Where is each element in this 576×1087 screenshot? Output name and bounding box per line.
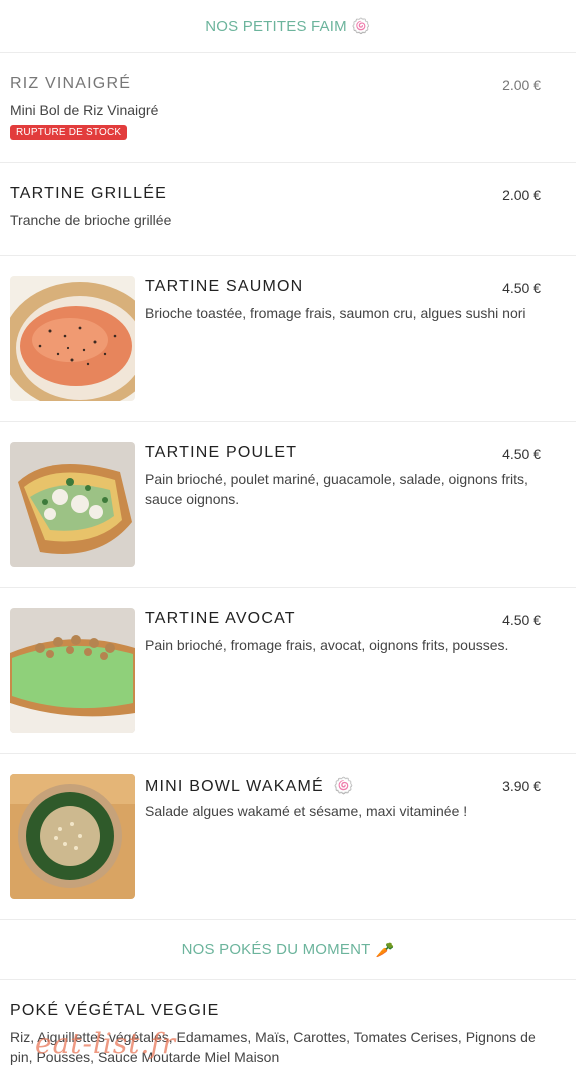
item-description: Brioche toastée, fromage frais, saumon c… xyxy=(145,305,526,321)
section-header-pokes: NOS POKÉS DU MOMENT 🥕 xyxy=(0,920,576,980)
item-description-line: sauce oignons. xyxy=(145,491,240,507)
fishcake-icon: 🍥 xyxy=(351,18,371,35)
item-title: TARTINE SAUMON xyxy=(145,278,304,295)
item-description: Tranche de brioche grillée xyxy=(10,212,172,228)
out-of-stock-badge: RUPTURE DE STOCK xyxy=(10,125,128,140)
item-title: TARTINE AVOCAT xyxy=(145,610,296,627)
avocado-toast-photo xyxy=(10,608,135,733)
item-description: Pain brioché, fromage frais, avocat, oig… xyxy=(145,637,509,653)
menu-item-mini-bowl-wakame[interactable]: MINI BOWL WAKAMÉ 🍥 3.90 € Salade algues … xyxy=(0,754,576,920)
item-price: 4.50 € xyxy=(502,280,541,296)
item-title: TARTINE GRILLÉE xyxy=(10,185,167,202)
item-title: RIZ VINAIGRÉ xyxy=(10,75,132,92)
item-title: POKÉ VÉGÉTAL VEGGIE xyxy=(10,1002,220,1019)
menu-item-tartine-grillee[interactable]: TARTINE GRILLÉE 2.00 € Tranche de brioch… xyxy=(0,163,576,256)
menu-item-tartine-poulet[interactable]: TARTINE POULET 4.50 € Pain brioché, poul… xyxy=(0,422,576,588)
item-price: 4.50 € xyxy=(502,612,541,628)
item-description: Pain brioché, poulet mariné, guacamole, … xyxy=(145,469,545,509)
menu-item-tartine-saumon[interactable]: TARTINE SAUMON 4.50 € Brioche toastée, f… xyxy=(0,256,576,422)
section-title: NOS PETITES FAIM xyxy=(205,17,347,35)
item-price: 4.50 € xyxy=(502,446,541,462)
carrot-icon: 🥕 xyxy=(375,941,395,959)
menu-item-riz-vinaigre[interactable]: RIZ VINAIGRÉ 2.00 € Mini Bol de Riz Vina… xyxy=(0,53,576,163)
watermark: eat-list.fr xyxy=(35,1027,177,1060)
item-title-text: MINI BOWL WAKAMÉ xyxy=(145,778,324,795)
item-description: Mini Bol de Riz Vinaigré xyxy=(10,102,159,118)
item-price: 3.90 € xyxy=(502,778,541,794)
wakame-bowl-photo xyxy=(10,774,135,899)
section-title: NOS POKÉS DU MOMENT xyxy=(181,941,371,958)
item-price: 2.00 € xyxy=(502,77,541,93)
fishcake-icon: 🍥 xyxy=(333,778,355,795)
item-description: Salade algues wakamé et sésame, maxi vit… xyxy=(145,803,468,819)
salmon-toast-photo xyxy=(10,276,135,401)
menu-item-tartine-avocat[interactable]: TARTINE AVOCAT 4.50 € Pain brioché, from… xyxy=(0,588,576,754)
item-title: TARTINE POULET xyxy=(145,444,298,461)
chicken-toast-photo xyxy=(10,442,135,567)
item-price: 2.00 € xyxy=(502,187,541,203)
item-title: MINI BOWL WAKAMÉ 🍥 xyxy=(145,776,355,796)
section-header-petites-faim: NOS PETITES FAIM 🍥 xyxy=(0,0,576,53)
item-description-line: Pain brioché, poulet mariné, guacamole, … xyxy=(145,471,528,487)
